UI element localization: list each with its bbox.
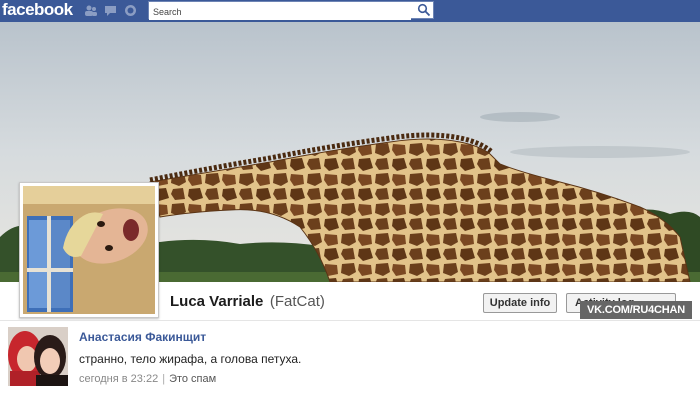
facebook-profile-page: facebook Search Luca Varriale (FatCat) U… [0, 0, 700, 404]
comment-author[interactable]: Анастасия Факинщит [79, 330, 206, 344]
profile-nickname: (FatCat) [269, 293, 325, 310]
update-info-button[interactable]: Update info [483, 293, 557, 313]
report-spam-link[interactable]: Это спам [169, 373, 216, 385]
profile-photo[interactable] [19, 182, 159, 318]
comment-timestamp[interactable]: сегодня в 23:22 [79, 373, 158, 385]
profile-name[interactable]: Luca Varriale [170, 293, 263, 310]
notifications-icon[interactable] [124, 4, 137, 17]
friend-requests-icon[interactable] [84, 4, 97, 17]
facebook-logo[interactable]: facebook [2, 0, 73, 22]
comment-text: странно, тело жирафа, а голова петуха. [79, 352, 302, 366]
commenter-avatar[interactable] [8, 327, 68, 386]
profile-photo-image [23, 186, 155, 314]
search-input[interactable] [149, 4, 411, 20]
search-box [148, 1, 434, 20]
divider [0, 320, 700, 321]
profile-name-row: Luca Varriale (FatCat) [170, 293, 325, 315]
watermark: VK.COM/RU4CHAN [580, 301, 692, 319]
comment-meta: сегодня в 23:22 | Это спам [79, 373, 217, 385]
top-navigation-bar: facebook [0, 0, 700, 22]
search-icon[interactable] [417, 3, 431, 17]
messages-icon[interactable] [104, 4, 117, 17]
